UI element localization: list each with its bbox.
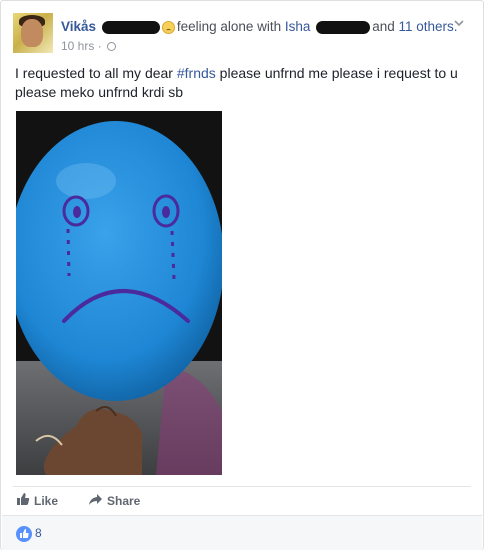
meta-separator: · <box>97 39 102 53</box>
thumbs-up-icon <box>16 492 30 512</box>
author-avatar[interactable] <box>13 13 53 53</box>
feeling-text: feeling alone with <box>176 19 282 34</box>
reaction-count: 8 <box>35 526 42 540</box>
author-name[interactable]: Vikås <box>61 19 96 34</box>
reactions-bar: 8 <box>2 515 482 550</box>
post-card: Vikås feeling alone with Isha and 11 oth… <box>0 0 484 550</box>
share-label: Share <box>107 494 141 508</box>
tagged-user-name[interactable]: Isha <box>285 19 311 34</box>
reaction-summary[interactable]: 8 <box>16 525 42 542</box>
globe-icon[interactable] <box>107 42 117 52</box>
share-arrow-icon <box>88 492 103 512</box>
others-link[interactable]: 11 others. <box>399 19 458 34</box>
post-photo[interactable] <box>16 111 222 475</box>
redacted-tagged-surname <box>316 20 371 34</box>
post-timestamp[interactable]: 10 hrs <box>61 39 94 53</box>
chevron-down-icon[interactable] <box>453 17 465 29</box>
post-header: Vikås feeling alone with Isha and 11 oth… <box>13 13 471 57</box>
post-body-prefix: I requested to all my dear <box>15 65 177 81</box>
redacted-surname <box>101 20 160 34</box>
avatar-face <box>21 19 43 47</box>
like-reaction-icon <box>16 525 32 542</box>
post-meta: 10 hrs · <box>61 39 117 53</box>
like-label: Like <box>34 494 59 508</box>
post-headline: Vikås feeling alone with Isha and 11 oth… <box>61 18 458 36</box>
balloon-shape <box>16 121 222 401</box>
post-body: I requested to all my dear #frnds please… <box>15 64 471 102</box>
actions-divider <box>13 486 471 487</box>
share-button[interactable]: Share <box>88 491 140 512</box>
and-text: and <box>372 19 395 34</box>
like-button[interactable]: Like <box>16 491 58 512</box>
sad-face-emoji-icon <box>161 20 175 34</box>
hashtag-link[interactable]: #frnds <box>177 65 216 81</box>
sad-balloon-image <box>16 111 222 475</box>
